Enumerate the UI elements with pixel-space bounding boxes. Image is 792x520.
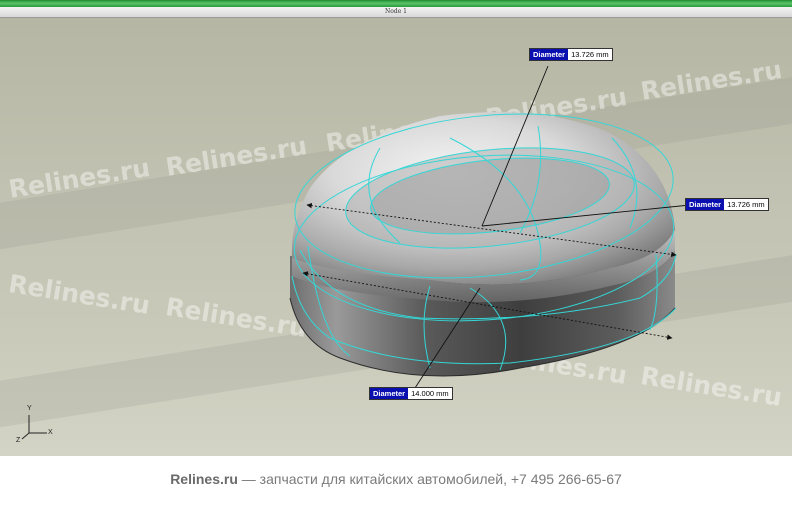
dimension-value: 13.726 mm xyxy=(724,199,768,210)
window-top-border xyxy=(0,0,792,7)
3d-viewport[interactable]: Relines.ru Relines.ru Relines.ru Relines… xyxy=(0,18,792,456)
dimension-label: Diameter xyxy=(370,388,409,399)
dimension-callout-right[interactable]: Diameter 13.726 mm xyxy=(686,199,768,210)
axis-y-label: Y xyxy=(27,405,32,412)
axis-z-label: Z xyxy=(16,437,21,444)
dimension-callout-top[interactable]: Diameter 13.726 mm xyxy=(530,49,612,60)
footer-text: — запчасти для китайских автомобилей, +7… xyxy=(237,471,622,487)
footer-brand: Relines.ru xyxy=(170,471,238,487)
footer: Relines.ru — запчасти для китайских авто… xyxy=(0,456,792,520)
dimension-label: Diameter xyxy=(686,199,725,210)
axis-triad-icon: Y X Z xyxy=(14,405,64,445)
axis-x-label: X xyxy=(48,429,53,436)
dimension-callout-bottom[interactable]: Diameter 14.000 mm xyxy=(370,388,452,399)
window-title: Node 1 xyxy=(0,7,792,18)
dimension-value: 14.000 mm xyxy=(408,388,452,399)
dimension-value: 13.726 mm xyxy=(568,49,612,60)
dimension-label: Diameter xyxy=(530,49,569,60)
